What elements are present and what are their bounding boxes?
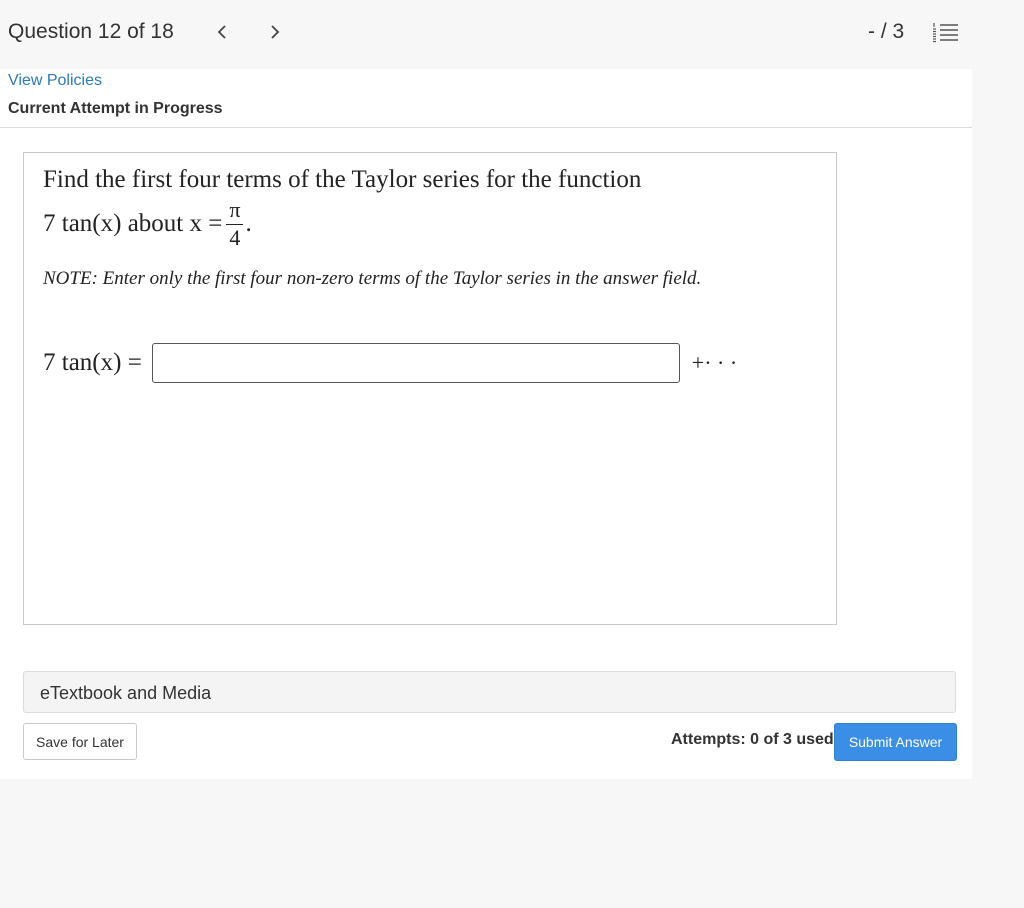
attempt-status-label: Current Attempt in Progress [8,100,223,117]
previous-question-button[interactable] [208,17,236,47]
question-condition-period: . [245,210,252,237]
pi-over-four-fraction: π 4 [226,199,244,250]
etextbook-media-panel[interactable]: eTextbook and Media [23,671,956,713]
next-question-button[interactable] [261,17,289,47]
view-policies-link[interactable]: View Policies [8,72,102,90]
save-for-later-button[interactable]: Save for Later [23,723,137,760]
quiz-page: Question 12 of 18 - / 3 View Policies Cu… [0,0,1024,908]
question-condition: 7 tan(x) about x = π 4 . [43,199,252,249]
submit-answer-button[interactable]: Submit Answer [834,723,957,761]
card-divider [0,127,972,128]
question-card: View Policies Current Attempt in Progres… [0,69,972,779]
question-condition-text: 7 tan(x) about x = [43,210,223,237]
question-text: Find the first four terms of the Taylor … [43,166,642,193]
etextbook-media-label: eTextbook and Media [40,683,212,703]
chevron-left-icon [217,25,226,39]
question-list-button[interactable] [932,20,960,46]
question-header: Question 12 of 18 - / 3 [0,0,1024,68]
chevron-right-icon [271,25,280,39]
answer-row: 7 tan(x) = +· · · [43,342,737,384]
question-note: NOTE: Enter only the first four non-zero… [43,268,702,289]
question-score: - / 3 [868,20,905,43]
question-content: Find the first four terms of the Taylor … [23,152,837,625]
attempts-counter: Attempts: 0 of 3 used [671,731,834,748]
series-continuation: +· · · [691,350,738,375]
question-counter: Question 12 of 18 [8,20,174,43]
fraction-denominator: 4 [229,225,241,250]
answer-lhs: 7 tan(x) = [43,349,142,376]
answer-input[interactable] [151,343,680,383]
numbered-list-icon [933,23,958,43]
fraction-numerator: π [226,199,244,225]
